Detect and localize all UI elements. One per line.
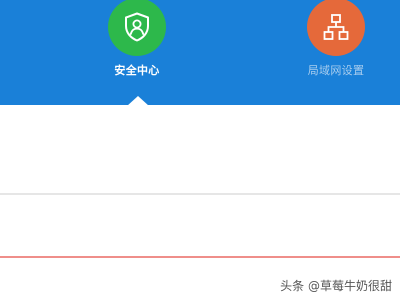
top-nav-bar: 安全中心 局域网设置: [0, 0, 400, 105]
lan-icon-circle: [307, 0, 365, 56]
nav-label-security-center: 安全中心: [114, 64, 160, 77]
accent-divider: [0, 256, 400, 258]
nav-item-lan-settings[interactable]: 局域网设置: [276, 0, 396, 105]
nav-item-security-center[interactable]: 安全中心: [77, 0, 197, 105]
network-topology-icon: [323, 14, 349, 40]
watermark-text: 头条 @草莓牛奶很甜: [280, 279, 392, 293]
section-divider: [0, 193, 400, 195]
security-icon-circle: [108, 0, 166, 56]
nav-label-lan-settings: 局域网设置: [307, 64, 365, 77]
shield-user-icon: [125, 12, 149, 42]
active-tab-indicator: [127, 96, 149, 106]
